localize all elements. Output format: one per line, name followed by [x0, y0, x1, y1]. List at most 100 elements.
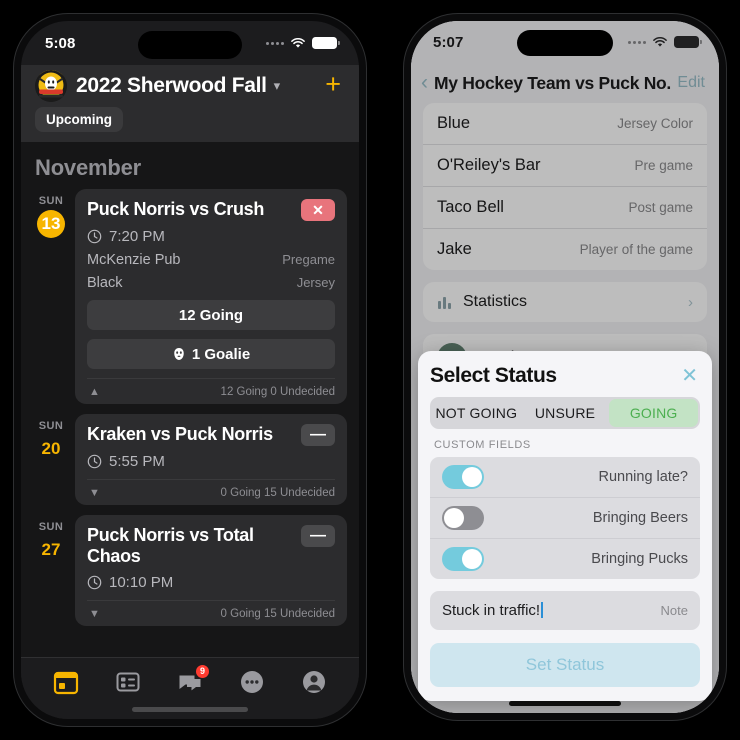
goalie-count-label: 1 Goalie [191, 345, 251, 363]
custom-field-label: Running late? [598, 469, 689, 485]
plus-icon[interactable]: + [321, 70, 345, 102]
event-day-of-week: SUN [38, 521, 64, 533]
minus-icon[interactable]: — [301, 525, 335, 547]
chevron-down-icon[interactable]: ▼ [87, 487, 100, 499]
tab-roster[interactable] [115, 669, 141, 695]
select-status-modal: Select Status ✕ NOT GOING UNSURE GOING C… [418, 351, 712, 701]
detail-label: Jersey Color [617, 116, 693, 131]
event-card-header: Kraken vs Puck Norris — [87, 424, 335, 446]
note-input[interactable]: Stuck in traffic! [442, 602, 544, 619]
event-time-row: 7:20 PM [87, 228, 335, 245]
note-field-row[interactable]: Stuck in traffic! Note [430, 591, 700, 630]
close-icon[interactable]: ✕ [679, 363, 700, 388]
custom-field-row: Bringing Pucks [430, 539, 700, 579]
toggle-bringing-pucks[interactable] [442, 547, 484, 571]
tab-calendar[interactable] [53, 669, 79, 695]
event-card-header: Puck Norris vs Crush ✕ [87, 199, 335, 221]
toggle-running-late[interactable] [442, 465, 484, 489]
event-card-footer[interactable]: ▼ 0 Going 15 Undecided [87, 479, 335, 505]
chevron-down-icon[interactable]: ▾ [274, 78, 281, 94]
detail-row[interactable]: Blue Jersey Color [423, 103, 707, 145]
event-card-footer[interactable]: ▼ 0 Going 15 Undecided [87, 600, 335, 626]
tab-more[interactable] [239, 669, 265, 695]
more-dots-icon [241, 670, 263, 693]
event-row: SUN 13 Puck Norris vs Crush ✕ 7:20 PM Mc… [21, 189, 359, 414]
event-card-footer[interactable]: ▲ 12 Going 0 Undecided [87, 378, 335, 404]
note-input-value: Stuck in traffic! [442, 602, 541, 619]
goalie-mask-icon [174, 348, 184, 360]
note-label: Note [660, 603, 688, 618]
signal-icon [266, 41, 284, 45]
page-title: My Hockey Team vs Puck No... [434, 72, 672, 93]
event-row: SUN 27 Puck Norris vs Total Chaos — 10:1… [21, 515, 359, 636]
clock-icon [87, 576, 102, 590]
home-indicator [509, 701, 621, 706]
event-card[interactable]: Puck Norris vs Total Chaos — 10:10 PM ▼ [75, 515, 347, 627]
clock-icon [87, 229, 102, 244]
event-day-number: 27 [41, 540, 61, 559]
team-title-row[interactable]: 2022 Sherwood Fall ▾ + [35, 65, 345, 107]
set-status-button[interactable]: Set Status [430, 643, 700, 687]
chevron-left-icon[interactable]: ‹ [421, 71, 428, 95]
wifi-icon [291, 38, 305, 48]
detail-row[interactable]: Taco Bell Post game [423, 187, 707, 229]
chevron-right-icon[interactable]: › [688, 294, 693, 311]
left-header: 2022 Sherwood Fall ▾ + Upcoming [21, 65, 359, 142]
month-heading: November [35, 155, 141, 180]
dynamic-island [517, 30, 613, 56]
right-phone-screen: 5:07 ‹ My Hockey Team vs Puck No... Edit… [411, 21, 719, 713]
event-card-header: Puck Norris vs Total Chaos — [87, 525, 335, 567]
team-logo-icon [35, 70, 67, 102]
event-name: Kraken vs Puck Norris [87, 424, 273, 444]
segment-going[interactable]: GOING [609, 399, 699, 427]
event-card[interactable]: Kraken vs Puck Norris — 5:55 PM ▼ 0 Goin… [75, 414, 347, 505]
edit-button[interactable]: Edit [677, 74, 705, 92]
right-content-scroll: Blue Jersey Color O'Reiley's Bar Pre gam… [411, 103, 719, 382]
goalie-count-button[interactable]: 1 Goalie [87, 339, 335, 369]
wifi-icon [653, 37, 667, 47]
going-count-label: 12 Going [178, 306, 244, 324]
event-time: 7:20 PM [109, 228, 165, 245]
event-date: SUN 13 [27, 189, 75, 404]
close-icon[interactable]: ✕ [301, 199, 335, 221]
custom-fields-heading: CUSTOM FIELDS [434, 439, 531, 451]
screenshot-stage: 5:08 2022 Sherwood Fall ▾ + Upcoming Nov… [0, 0, 740, 740]
right-phone-device: 5:07 ‹ My Hockey Team vs Puck No... Edit… [404, 14, 726, 720]
toggle-bringing-beers[interactable] [442, 506, 484, 530]
segment-not-going[interactable]: NOT GOING [432, 399, 521, 427]
detail-value: Blue [437, 114, 471, 132]
event-time: 5:55 PM [109, 453, 165, 470]
right-nav-bar: ‹ My Hockey Team vs Puck No... Edit [411, 63, 719, 103]
event-meta-label: Pregame [282, 252, 335, 267]
minus-icon[interactable]: — [301, 424, 335, 446]
event-attendance-counts: 0 Going 15 Undecided [220, 486, 335, 499]
tab-account[interactable] [301, 669, 327, 695]
event-day-of-week: SUN [38, 195, 64, 207]
custom-field-row: Bringing Beers [430, 498, 700, 539]
detail-value: Taco Bell [437, 198, 504, 216]
custom-field-label: Bringing Pucks [591, 551, 688, 567]
home-indicator [132, 707, 248, 712]
detail-label: Player of the game [579, 242, 693, 257]
event-time-row: 5:55 PM [87, 453, 335, 470]
battery-icon [312, 37, 340, 49]
status-time: 5:07 [433, 33, 464, 51]
event-attendance-counts: 12 Going 0 Undecided [220, 385, 335, 398]
statistics-row[interactable]: Statistics › [423, 282, 707, 322]
event-time: 10:10 PM [109, 574, 174, 592]
tab-chat[interactable]: 9 [177, 664, 209, 695]
signal-icon [628, 40, 646, 44]
event-meta-value: McKenzie Pub [87, 252, 181, 268]
detail-row[interactable]: Jake Player of the game [423, 229, 707, 270]
detail-label: Post game [628, 200, 693, 215]
detail-row[interactable]: O'Reiley's Bar Pre game [423, 145, 707, 187]
statistics-group: Statistics › [423, 282, 707, 322]
left-event-list: November SUN 13 Puck Norris vs Crush ✕ 7… [21, 142, 359, 719]
segment-unsure[interactable]: UNSURE [521, 399, 610, 427]
filter-chip-upcoming[interactable]: Upcoming [35, 107, 123, 132]
going-count-button[interactable]: 12 Going [87, 300, 335, 330]
event-card[interactable]: Puck Norris vs Crush ✕ 7:20 PM McKenzie … [75, 189, 347, 404]
chevron-up-icon[interactable]: ▲ [87, 386, 100, 398]
text-cursor [541, 602, 544, 618]
chevron-down-icon[interactable]: ▼ [87, 608, 100, 620]
